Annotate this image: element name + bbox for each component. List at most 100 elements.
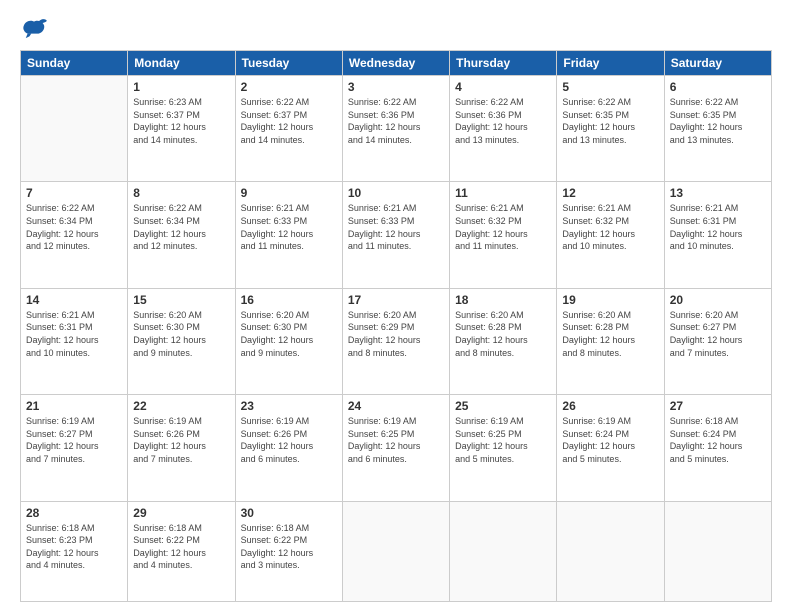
day-number: 6 <box>670 80 766 94</box>
calendar-cell: 29 Sunrise: 6:18 AM Sunset: 6:22 PM Dayli… <box>128 501 235 601</box>
calendar-week-row: 28Sunrise: 6:18 AM Sunset: 6:23 PM Dayli… <box>21 501 772 601</box>
day-info: Sunrise: 6:21 AM Sunset: 6:31 PM Dayligh… <box>26 309 122 359</box>
day-info: Sunrise: 6:20 AM Sunset: 6:30 PM Dayligh… <box>133 309 229 359</box>
calendar-cell: 26 Sunrise: 6:19 AM Sunset: 6:24 PM Dayli… <box>557 395 664 501</box>
day-number: 9 <box>241 186 337 200</box>
calendar-cell <box>342 501 449 601</box>
calendar-cell: 16Sunrise: 6:20 AM Sunset: 6:30 PM Dayli… <box>235 288 342 394</box>
calendar-cell: 18 Sunrise: 6:20 AM Sunset: 6:28 PM Dayli… <box>450 288 557 394</box>
weekday-header: Sunday <box>21 51 128 76</box>
day-number: 23 <box>241 399 337 413</box>
day-number: 26 <box>562 399 658 413</box>
day-number: 27 <box>670 399 766 413</box>
calendar-cell: 28Sunrise: 6:18 AM Sunset: 6:23 PM Dayli… <box>21 501 128 601</box>
calendar-cell: 7 Sunrise: 6:22 AM Sunset: 6:34 PM Daylig… <box>21 182 128 288</box>
day-info: Sunrise: 6:22 AM Sunset: 6:35 PM Dayligh… <box>562 96 658 146</box>
calendar-cell: 4 Sunrise: 6:22 AM Sunset: 6:36 PM Daylig… <box>450 76 557 182</box>
day-info: Sunrise: 6:20 AM Sunset: 6:27 PM Dayligh… <box>670 309 766 359</box>
day-info: Sunrise: 6:22 AM Sunset: 6:34 PM Dayligh… <box>26 202 122 252</box>
day-info: Sunrise: 6:22 AM Sunset: 6:35 PM Dayligh… <box>670 96 766 146</box>
calendar-cell: 10 Sunrise: 6:21 AM Sunset: 6:33 PM Dayli… <box>342 182 449 288</box>
day-info: Sunrise: 6:19 AM Sunset: 6:25 PM Dayligh… <box>455 415 551 465</box>
day-number: 13 <box>670 186 766 200</box>
day-number: 1 <box>133 80 229 94</box>
weekday-header: Monday <box>128 51 235 76</box>
calendar-cell: 3 Sunrise: 6:22 AM Sunset: 6:36 PM Daylig… <box>342 76 449 182</box>
day-info: Sunrise: 6:20 AM Sunset: 6:28 PM Dayligh… <box>455 309 551 359</box>
calendar-week-row: 1 Sunrise: 6:23 AM Sunset: 6:37 PM Daylig… <box>21 76 772 182</box>
calendar-cell: 30 Sunrise: 6:18 AM Sunset: 6:22 PM Dayli… <box>235 501 342 601</box>
day-number: 18 <box>455 293 551 307</box>
day-number: 30 <box>241 506 337 520</box>
day-info: Sunrise: 6:22 AM Sunset: 6:36 PM Dayligh… <box>348 96 444 146</box>
calendar-cell: 15 Sunrise: 6:20 AM Sunset: 6:30 PM Dayli… <box>128 288 235 394</box>
weekday-header: Friday <box>557 51 664 76</box>
day-number: 4 <box>455 80 551 94</box>
calendar-cell: 8Sunrise: 6:22 AM Sunset: 6:34 PM Daylig… <box>128 182 235 288</box>
calendar-week-row: 7 Sunrise: 6:22 AM Sunset: 6:34 PM Daylig… <box>21 182 772 288</box>
day-number: 24 <box>348 399 444 413</box>
top-section <box>20 18 772 40</box>
logo <box>20 18 52 40</box>
day-number: 14 <box>26 293 122 307</box>
day-number: 10 <box>348 186 444 200</box>
calendar-cell: 5Sunrise: 6:22 AM Sunset: 6:35 PM Daylig… <box>557 76 664 182</box>
calendar-cell: 2 Sunrise: 6:22 AM Sunset: 6:37 PM Daylig… <box>235 76 342 182</box>
calendar-cell: 14 Sunrise: 6:21 AM Sunset: 6:31 PM Dayli… <box>21 288 128 394</box>
weekday-header: Wednesday <box>342 51 449 76</box>
calendar-cell: 20 Sunrise: 6:20 AM Sunset: 6:27 PM Dayli… <box>664 288 771 394</box>
header-row: SundayMondayTuesdayWednesdayThursdayFrid… <box>21 51 772 76</box>
day-info: Sunrise: 6:22 AM Sunset: 6:36 PM Dayligh… <box>455 96 551 146</box>
calendar-cell: 12Sunrise: 6:21 AM Sunset: 6:32 PM Dayli… <box>557 182 664 288</box>
day-number: 29 <box>133 506 229 520</box>
calendar-cell <box>557 501 664 601</box>
calendar-cell: 24 Sunrise: 6:19 AM Sunset: 6:25 PM Dayli… <box>342 395 449 501</box>
weekday-header: Saturday <box>664 51 771 76</box>
day-info: Sunrise: 6:18 AM Sunset: 6:22 PM Dayligh… <box>241 522 337 572</box>
calendar-cell <box>664 501 771 601</box>
calendar-week-row: 14 Sunrise: 6:21 AM Sunset: 6:31 PM Dayli… <box>21 288 772 394</box>
day-number: 22 <box>133 399 229 413</box>
calendar-cell: 11 Sunrise: 6:21 AM Sunset: 6:32 PM Dayli… <box>450 182 557 288</box>
day-info: Sunrise: 6:21 AM Sunset: 6:33 PM Dayligh… <box>348 202 444 252</box>
day-info: Sunrise: 6:20 AM Sunset: 6:28 PM Dayligh… <box>562 309 658 359</box>
calendar-cell <box>21 76 128 182</box>
day-info: Sunrise: 6:23 AM Sunset: 6:37 PM Dayligh… <box>133 96 229 146</box>
calendar-cell: 13 Sunrise: 6:21 AM Sunset: 6:31 PM Dayli… <box>664 182 771 288</box>
calendar-week-row: 21Sunrise: 6:19 AM Sunset: 6:27 PM Dayli… <box>21 395 772 501</box>
day-info: Sunrise: 6:19 AM Sunset: 6:25 PM Dayligh… <box>348 415 444 465</box>
day-number: 19 <box>562 293 658 307</box>
weekday-header: Tuesday <box>235 51 342 76</box>
day-info: Sunrise: 6:20 AM Sunset: 6:30 PM Dayligh… <box>241 309 337 359</box>
page: SundayMondayTuesdayWednesdayThursdayFrid… <box>0 0 792 612</box>
logo-bird-icon <box>20 18 48 40</box>
day-number: 21 <box>26 399 122 413</box>
day-info: Sunrise: 6:19 AM Sunset: 6:24 PM Dayligh… <box>562 415 658 465</box>
calendar-cell: 1 Sunrise: 6:23 AM Sunset: 6:37 PM Daylig… <box>128 76 235 182</box>
day-number: 17 <box>348 293 444 307</box>
calendar-cell <box>450 501 557 601</box>
calendar-cell: 19 Sunrise: 6:20 AM Sunset: 6:28 PM Dayli… <box>557 288 664 394</box>
day-info: Sunrise: 6:21 AM Sunset: 6:32 PM Dayligh… <box>562 202 658 252</box>
day-info: Sunrise: 6:21 AM Sunset: 6:32 PM Dayligh… <box>455 202 551 252</box>
day-number: 11 <box>455 186 551 200</box>
day-number: 3 <box>348 80 444 94</box>
day-number: 20 <box>670 293 766 307</box>
calendar-cell: 9Sunrise: 6:21 AM Sunset: 6:33 PM Daylig… <box>235 182 342 288</box>
day-number: 2 <box>241 80 337 94</box>
calendar-cell: 27 Sunrise: 6:18 AM Sunset: 6:24 PM Dayli… <box>664 395 771 501</box>
day-info: Sunrise: 6:19 AM Sunset: 6:26 PM Dayligh… <box>241 415 337 465</box>
day-info: Sunrise: 6:22 AM Sunset: 6:37 PM Dayligh… <box>241 96 337 146</box>
day-info: Sunrise: 6:21 AM Sunset: 6:31 PM Dayligh… <box>670 202 766 252</box>
day-info: Sunrise: 6:20 AM Sunset: 6:29 PM Dayligh… <box>348 309 444 359</box>
calendar-cell: 23 Sunrise: 6:19 AM Sunset: 6:26 PM Dayli… <box>235 395 342 501</box>
day-number: 15 <box>133 293 229 307</box>
day-info: Sunrise: 6:19 AM Sunset: 6:26 PM Dayligh… <box>133 415 229 465</box>
day-info: Sunrise: 6:18 AM Sunset: 6:23 PM Dayligh… <box>26 522 122 572</box>
calendar-cell: 6 Sunrise: 6:22 AM Sunset: 6:35 PM Daylig… <box>664 76 771 182</box>
day-info: Sunrise: 6:18 AM Sunset: 6:22 PM Dayligh… <box>133 522 229 572</box>
day-info: Sunrise: 6:22 AM Sunset: 6:34 PM Dayligh… <box>133 202 229 252</box>
day-info: Sunrise: 6:18 AM Sunset: 6:24 PM Dayligh… <box>670 415 766 465</box>
day-number: 7 <box>26 186 122 200</box>
calendar-table: SundayMondayTuesdayWednesdayThursdayFrid… <box>20 50 772 602</box>
